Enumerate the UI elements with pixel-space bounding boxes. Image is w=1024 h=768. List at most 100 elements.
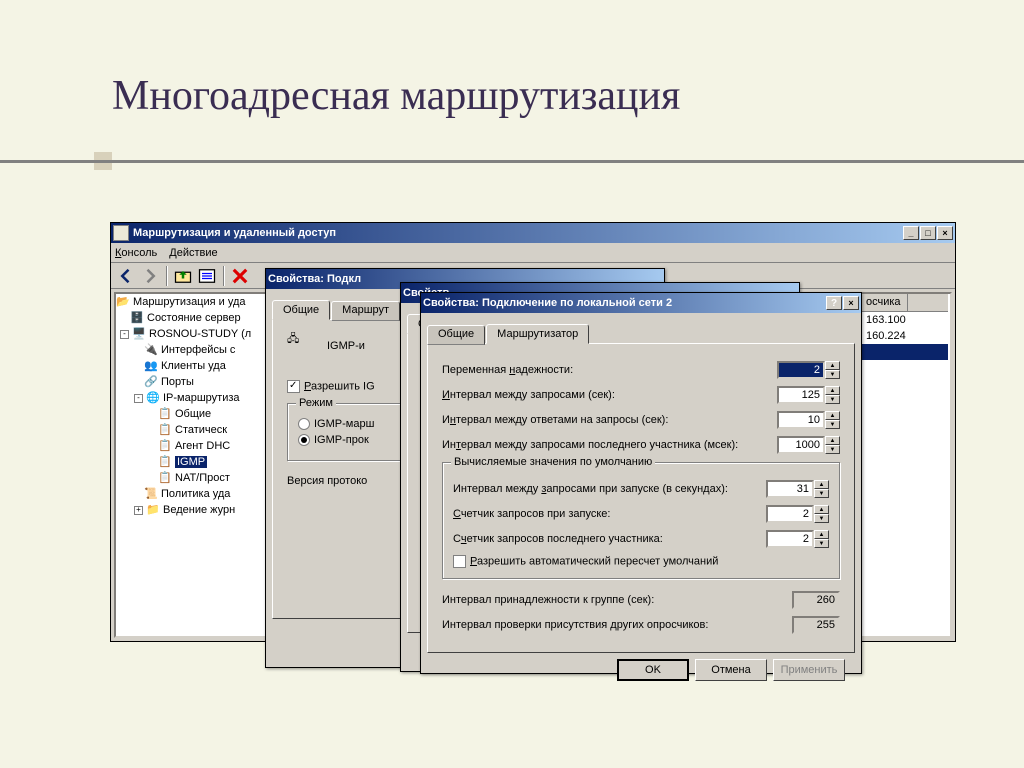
- logging-icon: 📁: [146, 503, 160, 517]
- reliability-input[interactable]: [777, 361, 825, 379]
- console-root-icon: 📂: [116, 295, 130, 309]
- menu-console[interactable]: Консоль: [115, 247, 157, 259]
- tree-panel[interactable]: 📂Маршрутизация и уда 🗄️Состояние сервер …: [114, 292, 289, 638]
- tab-general[interactable]: Общие: [427, 325, 485, 345]
- arrow-right-icon: [140, 266, 160, 286]
- tree-item[interactable]: Общие: [175, 408, 211, 420]
- response-interval-input[interactable]: [777, 411, 825, 429]
- detail-header[interactable]: осчика: [860, 294, 948, 312]
- column-header[interactable]: осчика: [860, 294, 908, 311]
- tree-item[interactable]: Клиенты уда: [161, 360, 226, 372]
- spinner[interactable]: ▲▼: [825, 411, 840, 429]
- detail-row-selected[interactable]: [860, 344, 948, 360]
- auto-recalc-label: Разрешить автоматический пересчет умолча…: [470, 555, 718, 567]
- mmc-title-text: Маршрутизация и удаленный доступ: [133, 227, 336, 239]
- tree-item[interactable]: NAT/Прост: [175, 472, 230, 484]
- help-button[interactable]: ?: [826, 296, 842, 310]
- allow-igmp-checkbox[interactable]: [287, 380, 300, 393]
- igmp-proxy-radio[interactable]: [298, 434, 310, 446]
- tree-item[interactable]: Порты: [161, 376, 194, 388]
- back-button[interactable]: [115, 265, 137, 287]
- startup-interval-input[interactable]: [766, 480, 814, 498]
- spinner[interactable]: ▲▼: [825, 436, 840, 454]
- detail-row[interactable]: 160.224: [860, 328, 948, 344]
- close-button[interactable]: ×: [843, 296, 859, 310]
- query-interval-input[interactable]: [777, 386, 825, 404]
- tree-item[interactable]: Агент DHC: [175, 440, 230, 452]
- query-interval-label: Интервал между запросами (сек):: [442, 389, 777, 401]
- menu-action[interactable]: Действие: [169, 247, 217, 259]
- up-button[interactable]: [172, 265, 194, 287]
- spinner[interactable]: ▲▼: [814, 530, 829, 548]
- tree-item[interactable]: Статическ: [175, 424, 227, 436]
- mode-legend: Режим: [296, 397, 336, 409]
- group-membership-label: Интервал принадлежности к группе (сек):: [442, 594, 792, 606]
- menubar: Консоль Действие: [111, 243, 955, 263]
- collapse-button[interactable]: -: [134, 394, 143, 403]
- properties-toolbar-button[interactable]: [196, 265, 218, 287]
- dialog1-title: Свойства: Подкл: [268, 273, 361, 285]
- group-membership-value: 260: [792, 591, 840, 609]
- ports-icon: 🔗: [144, 375, 158, 389]
- tree-igmp-selected[interactable]: IGMP: [175, 456, 207, 468]
- maximize-button[interactable]: □: [920, 226, 936, 240]
- properties-dialog-active: Свойства: Подключение по локальной сети …: [420, 292, 862, 674]
- interfaces-icon: 🔌: [144, 343, 158, 357]
- dialog3-titlebar[interactable]: Свойства: Подключение по локальной сети …: [421, 293, 861, 313]
- defaults-legend: Вычисляемые значения по умолчанию: [451, 456, 655, 468]
- spinner[interactable]: ▲▼: [825, 386, 840, 404]
- spinner[interactable]: ▲▼: [814, 480, 829, 498]
- static-icon: 📋: [158, 423, 172, 437]
- last-member-interval-label: Интервал между запросами последнего учас…: [442, 439, 777, 451]
- startup-interval-label: Интервал между запросами при запуске (в …: [453, 483, 766, 495]
- spinner[interactable]: ▲▼: [814, 505, 829, 523]
- delete-toolbar-button[interactable]: [229, 265, 251, 287]
- close-button[interactable]: ×: [937, 226, 953, 240]
- arrow-left-icon: [116, 266, 136, 286]
- forward-button[interactable]: [139, 265, 161, 287]
- igmp-icon: 📋: [158, 455, 172, 469]
- title-underline: [0, 160, 1024, 163]
- policy-icon: 📜: [144, 487, 158, 501]
- tree-policy[interactable]: Политика уда: [161, 488, 230, 500]
- system-menu-icon[interactable]: [113, 225, 129, 241]
- proto-label: IGMP-и: [327, 340, 365, 352]
- ok-button[interactable]: OK: [617, 659, 689, 681]
- network-icon: 🖧: [287, 330, 319, 362]
- tree-server[interactable]: ROSNOU-STUDY (л: [149, 328, 251, 340]
- last-member-interval-input[interactable]: [777, 436, 825, 454]
- collapse-button[interactable]: -: [120, 330, 129, 339]
- general-icon: 📋: [158, 407, 172, 421]
- cancel-button[interactable]: Отмена: [695, 659, 767, 681]
- auto-recalc-checkbox[interactable]: [453, 555, 466, 568]
- tree-server-status[interactable]: Состояние сервер: [147, 312, 241, 324]
- detail-row[interactable]: 163.100: [860, 312, 948, 328]
- expand-button[interactable]: +: [134, 506, 143, 515]
- reliability-label: Переменная надежности:: [442, 364, 777, 376]
- folder-up-icon: [173, 266, 193, 286]
- last-member-count-input[interactable]: [766, 530, 814, 548]
- apply-button[interactable]: Применить: [773, 659, 845, 681]
- other-querier-label: Интервал проверки присутствия других опр…: [442, 619, 792, 631]
- tab-router[interactable]: Маршрут: [331, 301, 400, 321]
- response-interval-label: Интервал между ответами на запросы (сек)…: [442, 414, 777, 426]
- tree-iprouting[interactable]: IP-маршрутиза: [163, 392, 240, 404]
- tree-logging[interactable]: Ведение журн: [163, 504, 235, 516]
- other-querier-value: 255: [792, 616, 840, 634]
- tree-root[interactable]: Маршрутизация и уда: [133, 296, 246, 308]
- minimize-button[interactable]: _: [903, 226, 919, 240]
- startup-count-label: Счетчик запросов при запуске:: [453, 508, 766, 520]
- tree-item[interactable]: Интерфейсы с: [161, 344, 235, 356]
- allow-label: Разрешить IG: [304, 380, 375, 392]
- reliability-spinner[interactable]: ▲▼: [825, 361, 840, 379]
- status-icon: 🗄️: [130, 311, 144, 325]
- server-icon: 🖥️: [132, 327, 146, 341]
- dialog3-title: Свойства: Подключение по локальной сети …: [423, 297, 672, 309]
- tab-router-active[interactable]: Маршрутизатор: [486, 324, 589, 344]
- dhcp-icon: 📋: [158, 439, 172, 453]
- slide-title: Многоадресная маршрутизация: [112, 72, 680, 120]
- tab-general[interactable]: Общие: [272, 300, 330, 320]
- startup-count-input[interactable]: [766, 505, 814, 523]
- mmc-titlebar[interactable]: Маршрутизация и удаленный доступ _ □ ×: [111, 223, 955, 243]
- igmp-router-radio[interactable]: [298, 418, 310, 430]
